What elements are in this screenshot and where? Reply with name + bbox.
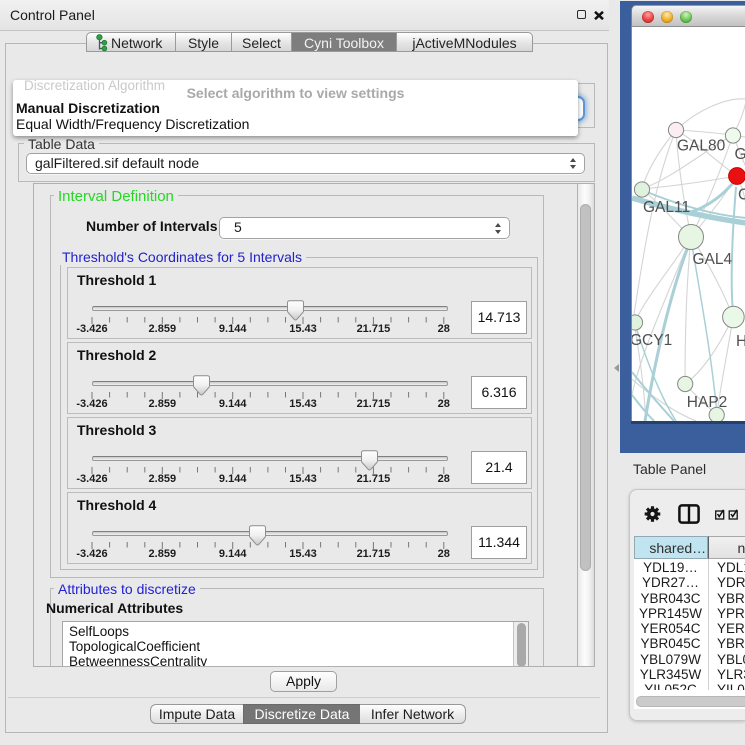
svg-text:HAP2: HAP2 [687, 394, 728, 411]
svg-text:H: H [736, 333, 745, 350]
svg-text:GAL80: GAL80 [677, 138, 726, 155]
svg-text:GAL7: GAL7 [735, 146, 745, 163]
svg-text:CY: CY [738, 187, 745, 204]
svg-text:GAL11: GAL11 [643, 199, 690, 216]
svg-text:GAL4: GAL4 [693, 251, 733, 268]
svg-text:GCY1: GCY1 [632, 332, 672, 349]
